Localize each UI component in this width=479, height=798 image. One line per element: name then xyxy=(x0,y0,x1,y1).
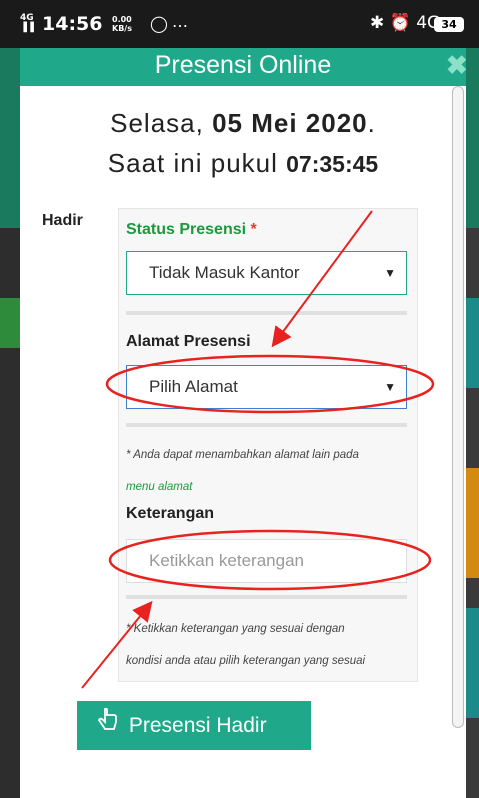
annotation-overlay xyxy=(81,210,435,689)
annotation-ellipse-keterangan xyxy=(108,529,432,591)
annotation-arrow-keterangan xyxy=(81,600,153,689)
annotation-arrow-alamat xyxy=(271,210,373,348)
annotation-ellipse-alamat xyxy=(105,354,435,414)
